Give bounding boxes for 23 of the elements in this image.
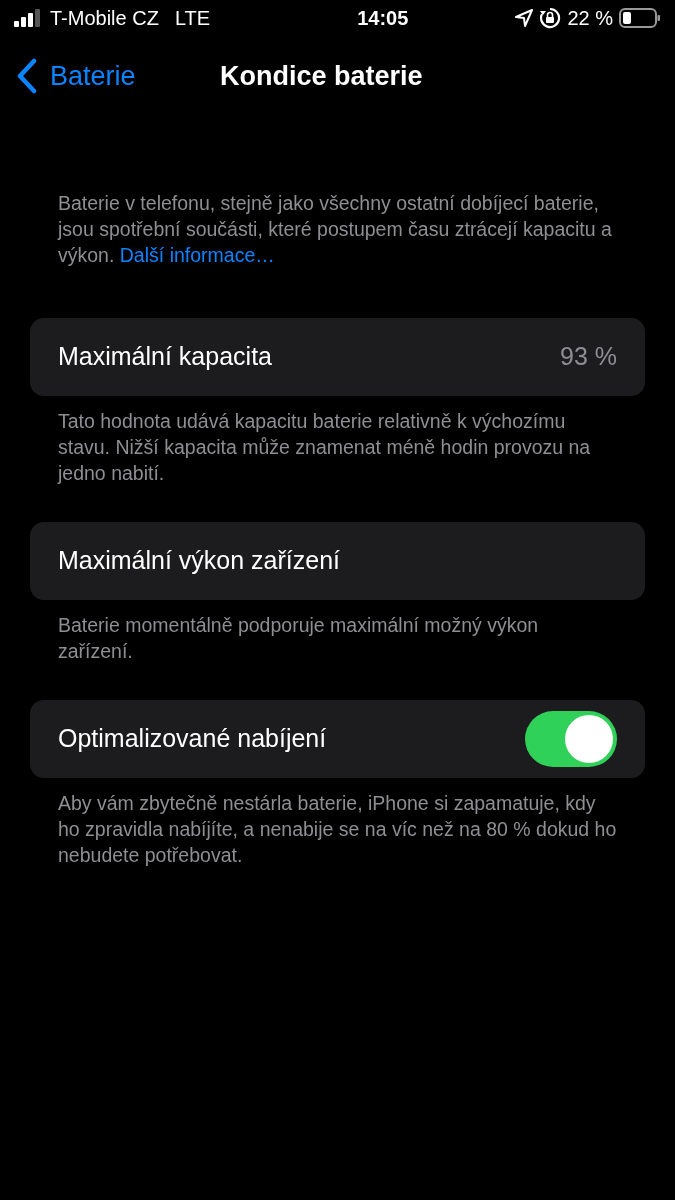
more-info-link[interactable]: Další informace… — [119, 244, 275, 266]
toggle-switch[interactable] — [525, 711, 617, 767]
clock: 14:05 — [357, 6, 409, 31]
section-footer: Baterie momentálně podporuje maximální možný výkon zařízení. — [0, 600, 675, 664]
battery-percentage: 22 % — [567, 6, 613, 31]
row-label: Maximální kapacita — [58, 341, 272, 373]
row-value: 93 % — [560, 341, 617, 373]
battery-icon — [619, 8, 661, 28]
section-footer: Aby vám zbytečně nestárla baterie, iPhone si zapamatuje, kdy ho zpravidla nabíjíte, a nenabije se na víc než na 80 % dokud ho nebudete potřebovat. — [0, 778, 675, 868]
section-footer: Tato hodnota udává kapacitu baterie relativně k výchozímu stavu. Nižší kapacita může znamenat méně hodin provozu na jedno nabití. — [0, 396, 675, 486]
settings-row[interactable]: Maximální kapacita 93 % — [30, 318, 645, 396]
back-button[interactable]: Baterie — [0, 55, 136, 97]
rotation-lock-icon — [539, 7, 562, 29]
row-label: Optimalizované nabíjení — [58, 723, 327, 755]
network-type: LTE — [174, 6, 211, 31]
settings-row[interactable]: Maximální výkon zařízení — [30, 522, 645, 600]
intro-paragraph: Baterie v telefonu, stejně jako všechny ostatní dobíjecí baterie, jsou spotřební součásti, které postupem času ztrácejí kapacitu a výkon. Další informace… — [58, 191, 613, 268]
signal-icon — [14, 9, 42, 27]
row-label: Maximální výkon zařízení — [58, 545, 341, 577]
screen-title: Kondice baterie — [220, 59, 423, 93]
location-icon — [515, 9, 534, 27]
carrier-name: T-Mobile CZ — [50, 6, 159, 31]
back-chevron-icon — [16, 58, 38, 94]
